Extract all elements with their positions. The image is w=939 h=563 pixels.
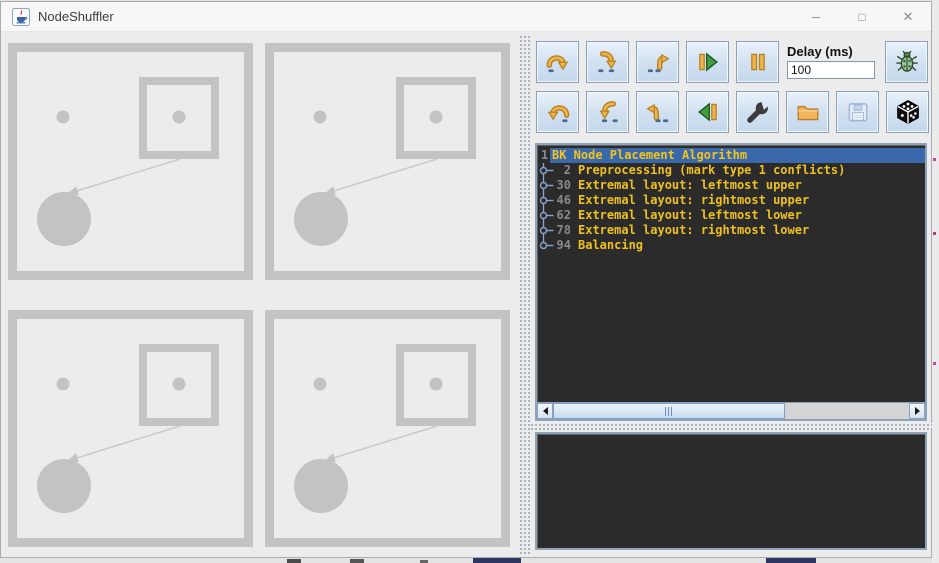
tree-line-number: 94 [556,238,571,253]
dice-icon [895,99,921,125]
step-into-forward-button[interactable] [586,41,629,83]
step-into-backward-button[interactable] [586,91,629,133]
tree-row[interactable]: 30 Extremal layout: leftmost upper [537,178,925,193]
pause-icon [745,49,771,75]
tree-row[interactable]: 62 Extremal layout: leftmost lower [537,208,925,223]
output-panel [535,432,927,550]
window-controls: ─ □ ✕ [793,2,931,31]
scrollbar-grip-icon [665,407,674,416]
tree-row[interactable]: 78 Extremal layout: rightmost lower [537,223,925,238]
scroll-left-button[interactable] [537,403,553,419]
titlebar: NodeShuffler ─ □ ✕ [1,2,931,32]
graph-preview-quadrant [8,43,253,285]
save-button[interactable] [836,91,879,133]
open-button[interactable] [786,91,829,133]
java-app-icon [12,8,30,26]
step-out-backward-icon [645,99,671,125]
pause-button[interactable] [736,41,779,83]
maximize-button[interactable]: □ [839,2,885,31]
step-out-backward-button[interactable] [636,91,679,133]
tree-row-label: Extremal layout: rightmost lower [578,223,809,238]
tree-row[interactable]: 2 Preprocessing (mark type 1 conflicts) [537,163,925,178]
tree-line-number: 1 [537,148,550,163]
tree-row-label: Extremal layout: leftmost lower [578,208,802,223]
right-arrow-icon [915,407,920,415]
tree-line-number: 46 [556,193,571,208]
tree-expand-handle-icon[interactable] [537,208,556,223]
tree-line-number: 62 [556,208,571,223]
tree-expand-handle-icon[interactable] [537,223,556,238]
window-title: NodeShuffler [38,9,114,24]
split-divider-vertical[interactable] [519,35,530,556]
tree-selection: BK Node Placement Algorithm [550,148,925,163]
step-over-backward-icon [545,99,571,125]
tree-horizontal-scrollbar[interactable] [537,402,925,419]
tree-line-number: 2 [556,163,571,178]
play-backward-icon [695,99,721,125]
tree-row[interactable]: 1BK Node Placement Algorithm [537,148,925,163]
tree-row-label: Preprocessing (mark type 1 conflicts) [578,163,845,178]
close-button[interactable]: ✕ [885,2,931,31]
tree-row[interactable]: 46 Extremal layout: rightmost upper [537,193,925,208]
graph-preview-quadrant [265,43,510,285]
folder-icon [795,99,821,125]
split-divider-horizontal[interactable] [530,423,932,430]
scroll-right-button[interactable] [909,403,925,419]
tree-expand-handle-icon[interactable] [537,238,556,253]
step-out-forward-icon [645,49,671,75]
step-over-forward-icon [545,49,571,75]
tree-row-label: Extremal layout: leftmost upper [578,178,802,193]
scrollbar-thumb[interactable] [553,403,785,419]
delay-input[interactable] [787,61,875,79]
tree-row-label: Extremal layout: rightmost upper [578,193,809,208]
tree-line-number: 30 [556,178,571,193]
bug-icon [894,49,920,75]
screen: NodeShuffler ─ □ ✕ [0,0,939,563]
left-arrow-icon [543,407,548,415]
debug-button[interactable] [885,41,928,83]
graph-preview-quadrant [265,310,510,552]
step-over-backward-button[interactable] [536,91,579,133]
minimize-button[interactable]: ─ [793,2,839,31]
tree-row[interactable]: 94 Balancing [537,238,925,253]
step-into-forward-icon [595,49,621,75]
random-button[interactable] [886,91,929,133]
step-over-forward-button[interactable] [536,41,579,83]
desktop-edge-right [932,0,939,563]
tree-line-number: 78 [556,223,571,238]
desktop-edge [0,558,939,563]
wrench-icon [745,99,771,125]
graph-preview-quadrant [8,310,253,552]
delay-label: Delay (ms) [787,44,853,59]
tree-expand-handle-icon[interactable] [537,163,556,178]
tree-expand-handle-icon[interactable] [537,178,556,193]
app-window: NodeShuffler ─ □ ✕ [0,1,932,558]
tree-expand-handle-icon[interactable] [537,193,556,208]
algorithm-tree: 1BK Node Placement Algorithm 2 Preprocess… [537,145,925,402]
play-forward-button[interactable] [686,41,729,83]
play-backward-button[interactable] [686,91,729,133]
step-into-backward-icon [595,99,621,125]
algorithm-tree-panel: 1BK Node Placement Algorithm 2 Preprocess… [535,143,927,421]
floppy-icon [845,99,871,125]
play-forward-icon [695,49,721,75]
step-out-forward-button[interactable] [636,41,679,83]
tree-row-label: BK Node Placement Algorithm [552,148,747,162]
tree-row-label: Balancing [578,238,643,253]
tools-button[interactable] [736,91,779,133]
